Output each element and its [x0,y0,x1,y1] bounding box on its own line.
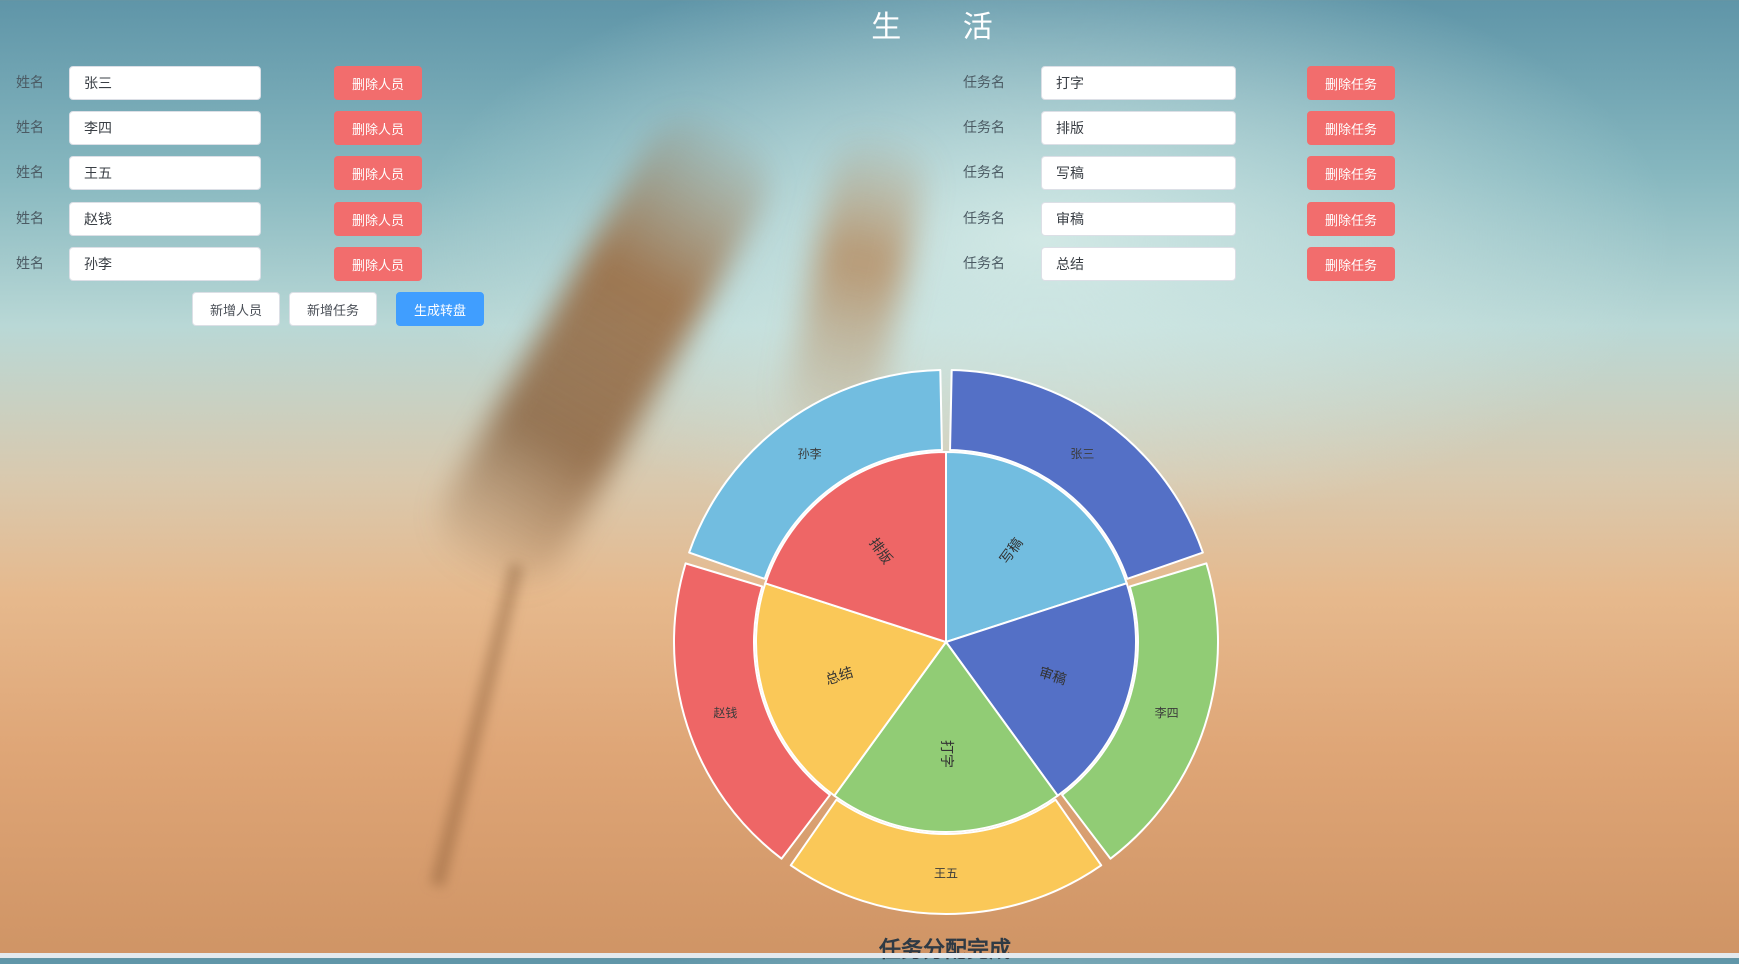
task-name-input[interactable] [1041,66,1236,100]
task-name-input[interactable] [1041,202,1236,236]
task-name-label: 任务名 [963,256,1005,272]
delete-person-button[interactable]: 删除人员 [334,111,422,145]
person-name-label: 姓名 [16,256,44,272]
task-row: 任务名 删除任务 [960,156,1400,192]
person-name-label: 姓名 [16,75,44,91]
delete-person-button[interactable]: 删除人员 [334,66,422,100]
person-name-input[interactable] [69,202,261,236]
delete-person-button[interactable]: 删除人员 [334,156,422,190]
assignment-status-text: 任务分配完成 [878,938,1011,963]
person-row: 姓名 删除人员 [0,111,440,147]
person-name-input[interactable] [69,66,261,100]
task-row: 任务名 删除任务 [960,66,1400,102]
task-name-input[interactable] [1041,247,1236,281]
task-row: 任务名 删除任务 [960,247,1400,283]
person-name-label: 姓名 [16,120,44,136]
delete-person-button[interactable]: 删除人员 [334,247,422,281]
delete-task-button[interactable]: 删除任务 [1307,247,1395,281]
task-row: 任务名 删除任务 [960,202,1400,238]
person-name-input[interactable] [69,156,261,190]
person-name-input[interactable] [69,247,261,281]
delete-person-button[interactable]: 删除人员 [334,202,422,236]
delete-task-button[interactable]: 删除任务 [1307,111,1395,145]
task-name-label: 任务名 [963,211,1005,227]
wheel-person-label: 李四 [1155,705,1179,720]
task-name-input[interactable] [1041,111,1236,145]
generate-wheel-button[interactable]: 生成转盘 [396,292,484,326]
add-person-button[interactable]: 新增人员 [192,292,280,326]
person-name-input[interactable] [69,111,261,145]
task-row: 任务名 删除任务 [960,111,1400,147]
add-task-button[interactable]: 新增任务 [289,292,377,326]
delete-task-button[interactable]: 删除任务 [1307,202,1395,236]
wheel-person-label: 王五 [934,867,958,881]
wheel-task-label: 打字 [938,740,955,768]
wheel-person-label: 赵钱 [713,705,737,720]
person-name-label: 姓名 [16,165,44,181]
task-name-label: 任务名 [963,165,1005,181]
task-name-input[interactable] [1041,156,1236,190]
delete-task-button[interactable]: 删除任务 [1307,156,1395,190]
person-name-label: 姓名 [16,211,44,227]
background-wheat-stem [430,563,524,887]
person-row: 姓名 删除人员 [0,156,440,192]
wheel-person-label: 孙李 [798,446,822,461]
person-row: 姓名 删除人员 [0,202,440,238]
task-name-label: 任务名 [963,120,1005,136]
wheel-person-label: 张三 [1070,447,1094,461]
delete-task-button[interactable]: 删除任务 [1307,66,1395,100]
person-row: 姓名 删除人员 [0,247,440,283]
page-bottom-edge [0,953,1739,958]
page-title: 生 活 [871,10,1019,45]
task-name-label: 任务名 [963,75,1005,91]
person-row: 姓名 删除人员 [0,66,440,102]
